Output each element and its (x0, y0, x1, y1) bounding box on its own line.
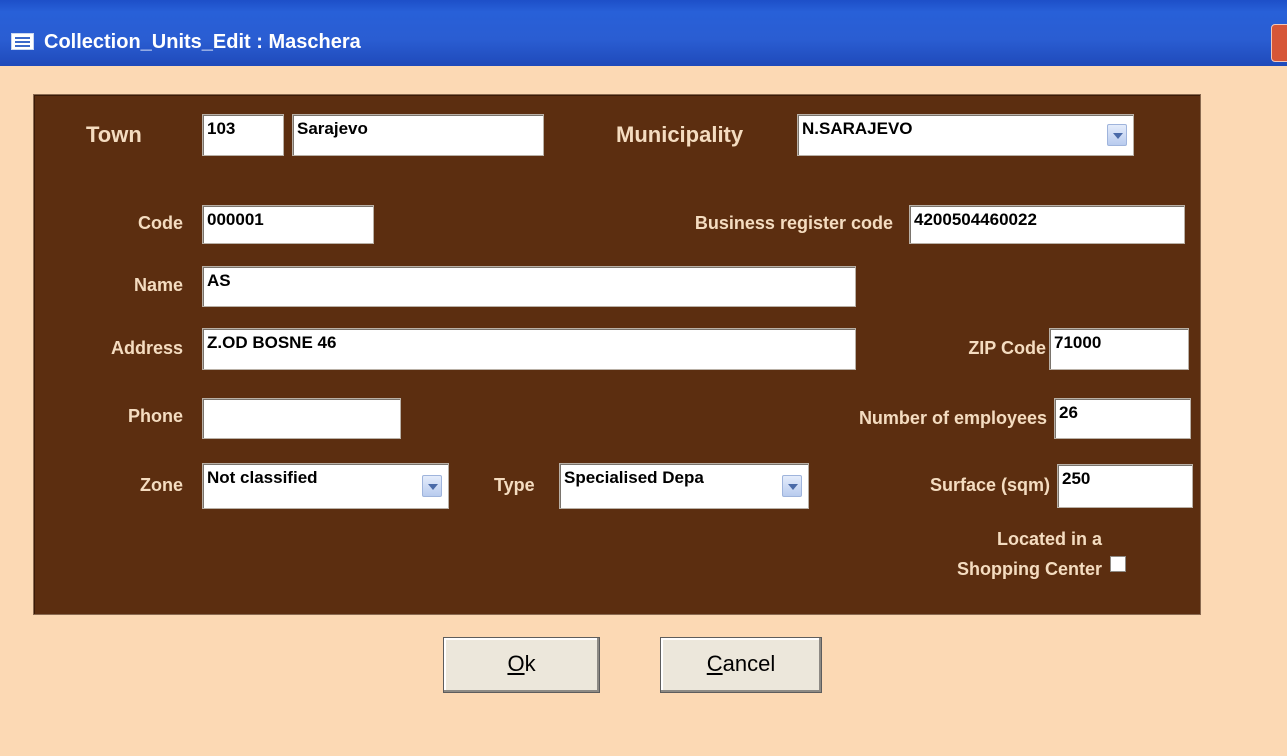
name-field[interactable]: AS (202, 266, 856, 307)
cancel-button[interactable]: Cancel (660, 637, 822, 693)
chevron-down-icon[interactable] (422, 475, 442, 497)
type-value: Specialised Depa (564, 468, 704, 487)
form-icon (11, 33, 34, 50)
ok-accel: O (507, 651, 525, 676)
business-register-code-label: Business register code (694, 213, 893, 233)
ok-button[interactable]: Ok (443, 637, 600, 693)
code-field[interactable]: 000001 (202, 205, 374, 244)
phone-field[interactable] (202, 398, 401, 439)
municipality-select[interactable]: N.SARAJEVO (797, 114, 1134, 156)
town-code-field[interactable]: 103 (202, 114, 284, 156)
code-label: Code (138, 213, 183, 233)
number-of-employees-field[interactable]: 26 (1054, 398, 1191, 439)
chevron-down-icon[interactable] (782, 475, 802, 497)
surface-field[interactable]: 250 (1057, 464, 1193, 508)
town-label: Town (86, 122, 142, 147)
number-of-employees-label: Number of employees (858, 408, 1047, 428)
address-field[interactable]: Z.OD BOSNE 46 (202, 328, 856, 370)
chevron-down-icon[interactable] (1107, 124, 1127, 146)
zip-code-label: ZIP Code (968, 338, 1046, 358)
shopping-center-label-line1: Located in a (996, 529, 1102, 549)
surface-label: Surface (sqm) (929, 475, 1050, 495)
cancel-label-rest: ancel (722, 651, 776, 676)
address-label: Address (110, 338, 183, 358)
shopping-center-checkbox[interactable] (1110, 556, 1126, 572)
shopping-center-label-line2: Shopping Center (957, 559, 1102, 579)
zone-select[interactable]: Not classified (202, 463, 449, 509)
type-select[interactable]: Specialised Depa (559, 463, 809, 509)
zone-value: Not classified (207, 468, 318, 487)
close-button[interactable] (1271, 24, 1287, 62)
name-label: Name (133, 275, 183, 295)
window-title: Collection_Units_Edit : Maschera (44, 31, 361, 53)
town-name-field[interactable]: Sarajevo (292, 114, 544, 156)
business-register-code-field[interactable]: 4200504460022 (909, 205, 1185, 244)
zone-label: Zone (140, 475, 183, 495)
cancel-accel: C (706, 651, 723, 676)
municipality-value: N.SARAJEVO (802, 119, 913, 138)
type-label: Type (494, 475, 535, 495)
ok-label-rest: k (524, 651, 536, 676)
municipality-label: Municipality (616, 122, 744, 147)
phone-label: Phone (127, 406, 183, 426)
zip-code-field[interactable]: 71000 (1049, 328, 1189, 370)
